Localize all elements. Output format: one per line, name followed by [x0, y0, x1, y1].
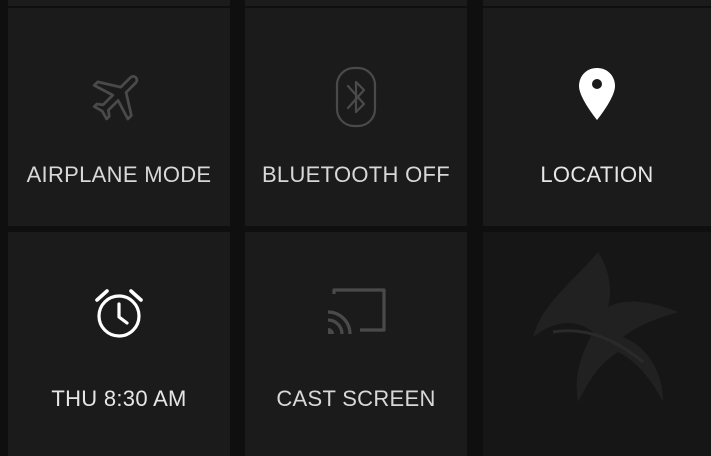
- partial-tile-top-middle: [245, 0, 467, 6]
- cast-icon: [324, 286, 388, 338]
- partial-tile-top-left: [8, 0, 230, 6]
- tile-label: AIRPLANE MODE: [26, 162, 212, 187]
- tile-location[interactable]: LOCATION: [483, 8, 711, 226]
- quick-settings-panel: AIRPLANE MODE BLUETOOTH OFF LOCATION THU…: [0, 0, 711, 456]
- wallpaper-area: [483, 232, 711, 456]
- partial-tile-top-right: [483, 0, 711, 6]
- tile-label: BLUETOOTH OFF: [261, 162, 451, 187]
- tile-bluetooth[interactable]: BLUETOOTH OFF: [245, 8, 467, 226]
- tile-alarm[interactable]: THU 8:30 AM: [8, 232, 230, 456]
- location-pin-icon: [577, 66, 617, 122]
- bluetooth-icon: [334, 66, 378, 128]
- tile-label: THU 8:30 AM: [51, 386, 187, 411]
- tile-label: CAST SCREEN: [276, 386, 436, 411]
- airplane-icon: [89, 66, 149, 126]
- tile-label: LOCATION: [540, 162, 654, 187]
- alarm-clock-icon: [92, 286, 146, 340]
- tile-cast-screen[interactable]: CAST SCREEN: [245, 232, 467, 456]
- wallpaper-image: [533, 252, 678, 402]
- tile-airplane-mode[interactable]: AIRPLANE MODE: [8, 8, 230, 226]
